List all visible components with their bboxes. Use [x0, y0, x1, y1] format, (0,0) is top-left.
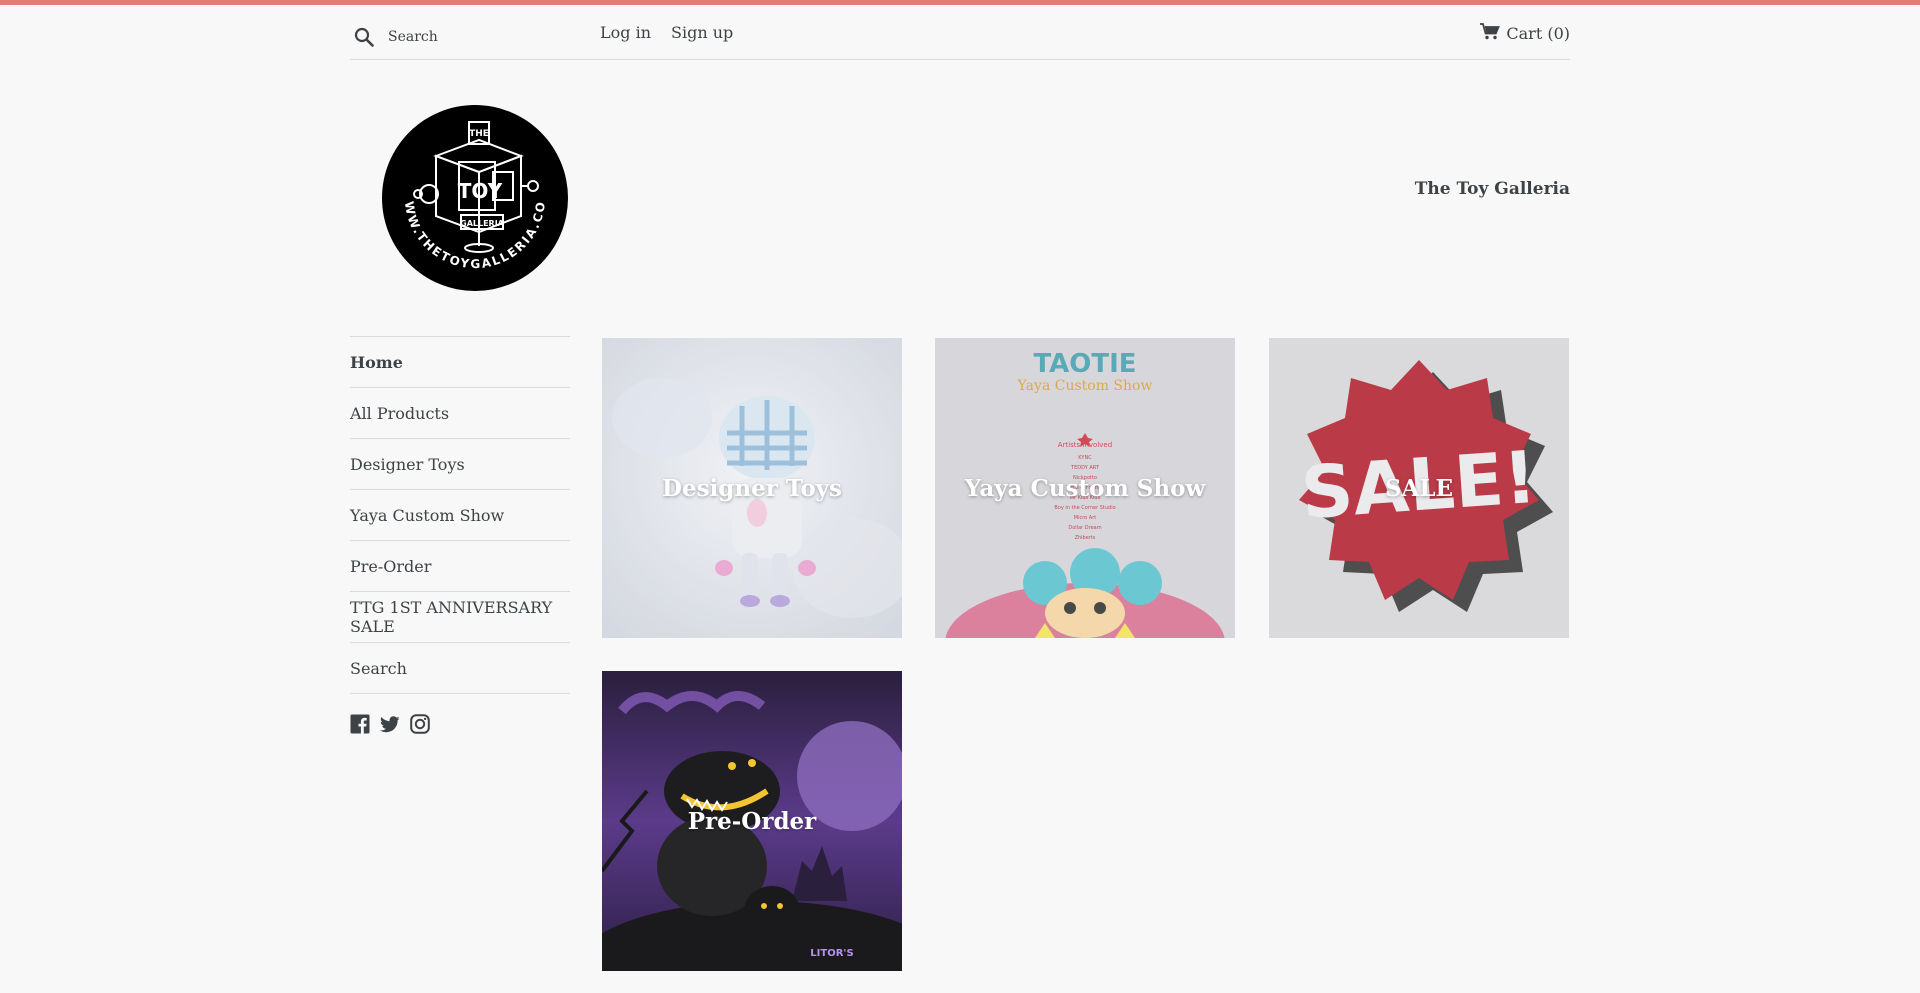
- sidebar-item-home[interactable]: Home: [350, 337, 570, 388]
- sidebar-item-search[interactable]: Search: [350, 643, 570, 694]
- collection-sale[interactable]: SALE! SALE: [1269, 338, 1569, 638]
- logo-text-the: THE: [469, 129, 489, 139]
- site-logo[interactable]: THE TOY GALLERIA WWW.THETOYGALLERIA.COM: [373, 93, 569, 292]
- site-title[interactable]: The Toy Galleria: [1415, 179, 1570, 199]
- header-search: [350, 17, 580, 57]
- sidebar-item-all-products[interactable]: All Products: [350, 388, 570, 439]
- collection-pre-order[interactable]: LITOR'S Pre-Order: [602, 671, 902, 971]
- account-links: Log in Sign up: [600, 23, 733, 42]
- sidebar-item-yaya-custom-show[interactable]: Yaya Custom Show: [350, 490, 570, 541]
- twitter-icon[interactable]: [380, 714, 400, 734]
- cart-label: Cart (0): [1506, 24, 1570, 43]
- logo-text-galleria: GALLERIA: [460, 219, 505, 228]
- collection-title: Pre-Order: [687, 807, 817, 835]
- cart-icon: [1480, 23, 1501, 44]
- sidebar-item-anniversary-sale[interactable]: TTG 1ST ANNIVERSARY SALE: [350, 592, 570, 643]
- sidebar-nav: Home All Products Designer Toys Yaya Cus…: [350, 336, 570, 694]
- signup-link[interactable]: Sign up: [671, 23, 733, 42]
- sidebar-item-pre-order[interactable]: Pre-Order: [350, 541, 570, 592]
- collection-title: SALE: [1384, 474, 1454, 502]
- collection-yaya-custom-show[interactable]: TAOTIE Yaya Custom Show Artists Involved…: [935, 338, 1235, 638]
- login-link[interactable]: Log in: [600, 23, 651, 42]
- collection-designer-toys[interactable]: Designer Toys: [602, 338, 902, 638]
- cart-link[interactable]: Cart (0): [1480, 23, 1570, 44]
- sidebar: Home All Products Designer Toys Yaya Cus…: [350, 336, 570, 734]
- search-input[interactable]: [388, 29, 568, 45]
- instagram-icon[interactable]: [410, 714, 430, 734]
- social-links: [350, 714, 570, 734]
- site-header: Log in Sign up Cart (0): [350, 5, 1570, 60]
- collection-title: Yaya Custom Show: [964, 474, 1206, 502]
- collection-title: Designer Toys: [662, 474, 842, 502]
- sidebar-item-designer-toys[interactable]: Designer Toys: [350, 439, 570, 490]
- search-icon[interactable]: [350, 23, 378, 51]
- logo-text-toy: TOY: [458, 179, 503, 203]
- facebook-icon[interactable]: [350, 714, 370, 734]
